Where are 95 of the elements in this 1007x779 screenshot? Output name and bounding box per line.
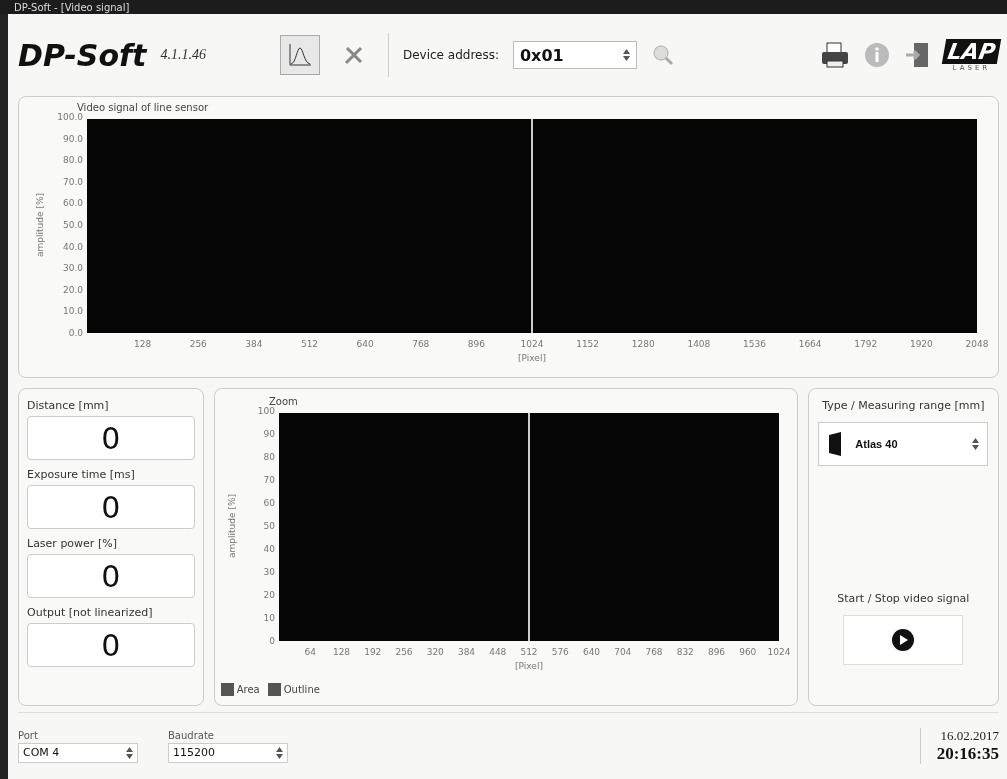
tick-label: 384 xyxy=(457,647,475,657)
tick-label: 640 xyxy=(582,647,600,657)
tick-label: 20.0 xyxy=(62,284,83,295)
axis-label: amplitude [%] xyxy=(34,193,45,257)
tick-label: 256 xyxy=(189,339,207,349)
bell-curve-icon xyxy=(286,42,313,68)
tick-label: 70.0 xyxy=(62,176,83,187)
tick-label: 640 xyxy=(356,339,374,349)
chart-title: Video signal of line sensor xyxy=(76,102,208,113)
tick-label: 448 xyxy=(488,647,507,657)
tick-label: 256 xyxy=(395,647,413,657)
reading-value: 0 xyxy=(27,623,195,667)
axis-label: [Pixel] xyxy=(517,353,546,363)
tick-label: 512 xyxy=(300,339,318,349)
chart-title: Zoom xyxy=(268,396,298,407)
tick-label: 320 xyxy=(426,647,444,657)
spinner-arrows-icon[interactable] xyxy=(972,438,980,450)
option-checkbox[interactable]: Outline xyxy=(267,683,320,696)
tick-label: 50.0 xyxy=(62,220,83,230)
chart-view-button[interactable] xyxy=(279,35,320,75)
reading-label: Laser power [%] xyxy=(27,537,118,550)
tick-label: 80 xyxy=(263,452,275,462)
tick-label: 40.0 xyxy=(62,241,83,252)
reading-value: 0 xyxy=(27,485,195,529)
tick-label: 768 xyxy=(411,339,429,349)
port-label: Port xyxy=(18,729,39,741)
tick-label: 1024 xyxy=(520,339,543,349)
tick-label: 0.0 xyxy=(68,328,83,338)
tick-label: 1664 xyxy=(798,339,822,349)
tick-label: 2048 xyxy=(965,339,988,349)
play-icon xyxy=(891,628,916,652)
tick-label: 100.0 xyxy=(56,112,83,122)
reading-value: 0 xyxy=(27,554,195,598)
video-toggle-label: Start / Stop video signal xyxy=(837,592,970,605)
reading-label: Exposure time [ms] xyxy=(27,468,136,481)
option-checkbox[interactable]: Area xyxy=(220,683,260,696)
tick-label: 60 xyxy=(263,498,275,508)
tick-label: 512 xyxy=(520,647,538,657)
tick-label: 20 xyxy=(263,590,275,600)
tick-label: 70 xyxy=(263,475,275,485)
tick-label: 30.0 xyxy=(62,263,83,274)
tick-label: 1152 xyxy=(575,339,599,349)
reading-label: Output [not linearized] xyxy=(27,606,154,619)
tick-label: 90 xyxy=(263,429,275,439)
tick-label: 60.0 xyxy=(62,198,83,209)
tick-label: 1920 xyxy=(909,339,933,349)
tick-label: 0 xyxy=(268,636,275,646)
tick-label: 40 xyxy=(263,544,275,554)
device-address-field[interactable]: 0x01 xyxy=(513,41,637,69)
tick-label: 576 xyxy=(551,647,569,657)
tick-label: 1408 xyxy=(686,339,710,349)
axis-label: amplitude [%] xyxy=(226,494,237,558)
tick-label: 100 xyxy=(257,406,275,416)
baudrate-label: Baudrate xyxy=(168,729,215,741)
version-label: 4.1.1.46 xyxy=(160,47,206,63)
spinner-arrows-icon[interactable] xyxy=(623,49,630,61)
tick-label: 896 xyxy=(707,647,725,657)
window-title: DP-Soft - [Video signal] xyxy=(14,1,130,13)
tick-label: 50 xyxy=(263,521,275,531)
baudrate-field[interactable]: 115200 xyxy=(168,742,288,763)
tick-label: 10 xyxy=(263,613,275,623)
tick-label: 1792 xyxy=(853,339,877,349)
logo: LAP xyxy=(941,38,1002,64)
device-address-label: Device address: xyxy=(402,48,499,62)
tick-label: 704 xyxy=(613,647,632,657)
app-name: DP-Soft xyxy=(18,37,147,73)
tick-label: 1536 xyxy=(742,339,766,349)
tick-label: 192 xyxy=(363,647,382,657)
tick-label: 384 xyxy=(244,339,262,349)
tick-label: 896 xyxy=(467,339,485,349)
sensor-label: Type / Measuring range [mm] xyxy=(822,399,985,412)
tick-label: 64 xyxy=(304,647,316,657)
tick-label: 80.0 xyxy=(62,155,83,166)
spinner-arrows-icon[interactable] xyxy=(126,746,133,759)
tick-label: 1280 xyxy=(631,339,655,349)
reading-label: Distance [mm] xyxy=(27,399,110,412)
exit-icon[interactable] xyxy=(903,41,930,69)
tick-label: 768 xyxy=(645,647,663,657)
tick-label: 30 xyxy=(263,567,275,577)
reading-value: 0 xyxy=(27,416,195,460)
tick-label: 960 xyxy=(738,647,757,657)
play-button[interactable] xyxy=(843,615,964,665)
tick-label: 128 xyxy=(133,339,151,349)
tick-label: 10.0 xyxy=(62,306,83,317)
spinner-arrows-icon[interactable] xyxy=(276,746,283,759)
tick-label: 90.0 xyxy=(62,133,83,144)
axis-label: [Pixel] xyxy=(514,661,543,671)
tick-label: 1024 xyxy=(767,647,791,657)
date-label: 16.02.2017 xyxy=(940,728,999,744)
printer-icon[interactable] xyxy=(819,41,850,69)
time-label: 20:16:35 xyxy=(936,744,999,764)
sensor-select[interactable]: Atlas 40 xyxy=(818,422,989,466)
tick-label: 128 xyxy=(332,647,350,657)
port-field[interactable]: COM 4 xyxy=(18,742,138,763)
tick-label: 832 xyxy=(676,647,694,657)
